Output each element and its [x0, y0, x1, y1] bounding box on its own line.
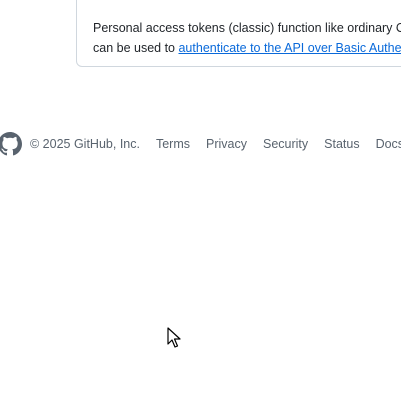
footer-copyright: © 2025 GitHub, Inc.	[30, 137, 140, 151]
site-footer: © 2025 GitHub, Inc. Terms Privacy Securi…	[0, 132, 401, 156]
github-mark-icon[interactable]	[0, 132, 22, 156]
personal-access-token-info-box: Personal access tokens (classic) functio…	[76, 0, 401, 67]
footer-link-status[interactable]: Status	[324, 137, 359, 151]
info-text-prefix: can be used to	[93, 41, 179, 55]
authenticate-api-link[interactable]: authenticate to the API over Basic Authe…	[178, 41, 401, 55]
info-text-line-1: Personal access tokens (classic) functio…	[93, 21, 401, 35]
footer-link-docs[interactable]: Docs	[376, 137, 401, 151]
info-text: Personal access tokens (classic) functio…	[93, 18, 401, 58]
footer-link-security[interactable]: Security	[263, 137, 308, 151]
info-text-line-2: can be used to authenticate to the API o…	[93, 38, 401, 58]
footer-link-privacy[interactable]: Privacy	[206, 137, 247, 151]
page: Personal access tokens (classic) functio…	[0, 0, 401, 410]
mouse-pointer-icon	[167, 327, 181, 348]
footer-link-terms[interactable]: Terms	[156, 137, 190, 151]
